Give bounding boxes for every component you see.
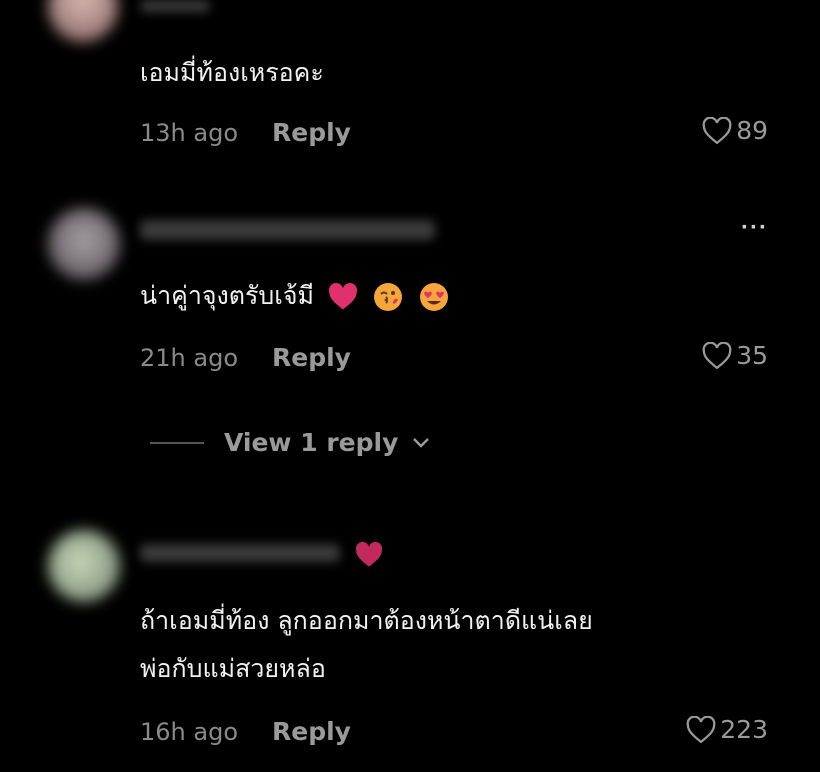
username[interactable] — [140, 544, 340, 562]
comment-timestamp: 16h ago — [140, 718, 239, 746]
comment-3: ถ้าเอมมี่ท้อง ลูกออกมาต้องหน้าตาดีแน่เลย… — [0, 0, 820, 772]
like-button[interactable]: 223 — [686, 715, 768, 744]
avatar[interactable] — [48, 530, 120, 602]
comment-text-line-1: ถ้าเอมมี่ท้อง ลูกออกมาต้องหน้าตาดีแน่เลย — [140, 606, 593, 635]
reply-button[interactable]: Reply — [272, 717, 351, 746]
heart-outline-icon — [686, 715, 716, 743]
comment-text-line-2: พ่อกับแม่สวยหล่อ — [140, 654, 326, 683]
pink-heart-icon — [355, 542, 383, 567]
like-count: 223 — [720, 715, 768, 744]
